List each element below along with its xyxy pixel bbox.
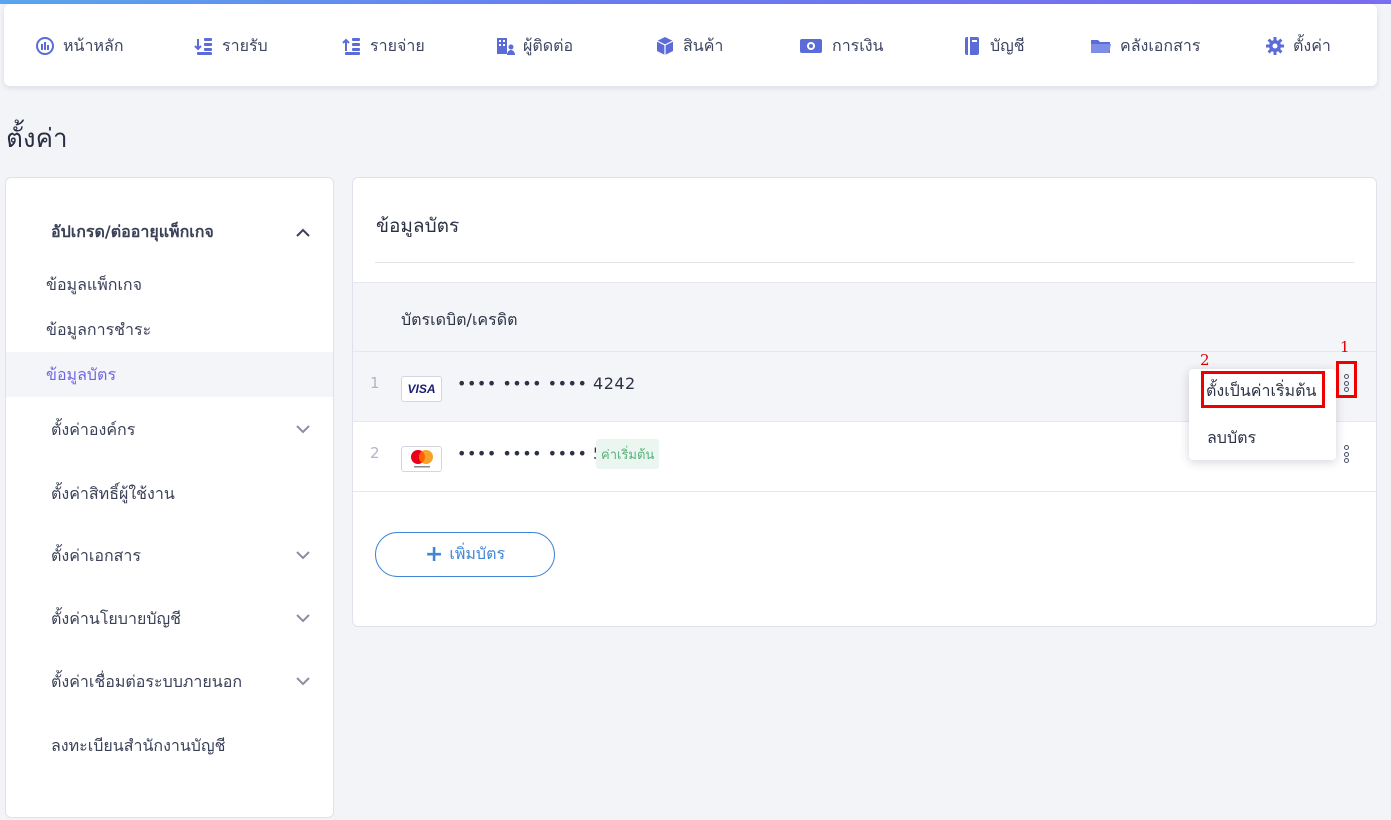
nav-item-finance[interactable]: การเงิน (798, 33, 883, 59)
nav-label: ผู้ติดต่อ (523, 35, 574, 55)
plus-icon: + (424, 541, 444, 567)
row-index: 1 (370, 374, 380, 392)
annotation-box-2 (1201, 371, 1325, 408)
sidebar-group-documents[interactable]: ตั้งค่าเอกสาร (51, 544, 141, 569)
nav-item-accounting[interactable]: บัญชี (962, 33, 1025, 59)
annotation-label-1: 1 (1340, 338, 1350, 356)
chevron-down-icon[interactable] (294, 420, 312, 438)
chevron-down-icon[interactable] (294, 546, 312, 564)
sidebar-item-card-info[interactable]: ข้อมูลบัตร (46, 363, 116, 388)
sidebar-group-organization[interactable]: ตั้งค่าองค์กร (51, 418, 135, 443)
more-options-icon[interactable] (1341, 443, 1351, 465)
visa-logo-icon: VISA (401, 376, 442, 402)
gear-icon (1266, 37, 1284, 55)
visa-wordmark: VISA (407, 382, 436, 396)
row-index: 2 (370, 444, 380, 462)
page-title: ตั้งค่า (6, 124, 68, 154)
add-card-button[interactable]: + เพิ่มบัตร (375, 532, 555, 577)
nav-label: สินค้า (683, 35, 724, 55)
dashboard-icon (36, 37, 54, 55)
sidebar-group-accounting-policy[interactable]: ตั้งค่านโยบายบัญชี (51, 607, 181, 632)
chevron-down-icon[interactable] (294, 672, 312, 690)
default-badge: ค่าเริ่มต้น (596, 439, 660, 469)
nav-item-home[interactable]: หน้าหลัก (35, 33, 124, 59)
nav-item-expense[interactable]: รายจ่าย (342, 33, 425, 59)
chevron-down-icon[interactable] (294, 609, 312, 627)
mastercard-circles-icon (410, 450, 433, 468)
divider (375, 262, 1354, 263)
nav-item-settings[interactable]: ตั้งค่า (1265, 33, 1331, 59)
sidebar-group-package[interactable]: อัปเกรด/ต่ออายุแพ็กเกจ (51, 220, 214, 245)
nav-item-income[interactable]: รายรับ (194, 33, 268, 59)
card-number: •••• •••• •••• 4242 (457, 374, 636, 393)
nav-label: การเงิน (832, 35, 884, 55)
sidebar-group-permissions[interactable]: ตั้งค่าสิทธิ์ผู้ใช้งาน (51, 482, 175, 507)
folder-icon (1091, 40, 1111, 53)
money-icon (800, 39, 822, 53)
chevron-up-icon[interactable] (294, 224, 312, 242)
contacts-icon (497, 38, 515, 55)
add-card-label: เพิ่มบัตร (449, 544, 506, 563)
nav-label: ตั้งค่า (1293, 35, 1331, 55)
nav-item-documents[interactable]: คลังเอกสาร (1090, 33, 1200, 59)
sidebar-item-package-info[interactable]: ข้อมูลแพ็กเกจ (46, 273, 142, 298)
settings-sidebar: อัปเกรด/ต่ออายุแพ็กเกจ ข้อมูลแพ็กเกจ ข้อ… (5, 177, 334, 818)
sidebar-item-payment-info[interactable]: ข้อมูลการชำระ (46, 318, 151, 343)
column-header-cards: บัตรเดบิต/เครดิต (401, 310, 518, 329)
nav-label: หน้าหลัก (63, 35, 124, 55)
expense-icon (342, 38, 360, 55)
nav-item-product[interactable]: สินค้า (655, 33, 723, 59)
annotation-box-1 (1336, 361, 1357, 398)
nav-label: คลังเอกสาร (1120, 35, 1201, 55)
panel-title: ข้อมูลบัตร (376, 215, 460, 237)
sidebar-group-register-firm[interactable]: ลงทะเบียนสำนักงานบัญชี (51, 734, 225, 759)
table-header: บัตรเดบิต/เครดิต (353, 282, 1376, 352)
income-icon (194, 38, 212, 55)
annotation-label-2: 2 (1200, 351, 1210, 369)
nav-label: รายจ่าย (370, 35, 425, 55)
product-box-icon (656, 37, 674, 55)
top-navigation: หน้าหลัก รายรับ รายจ่าย ผู้ติดต่อ สินค้า… (4, 4, 1377, 86)
nav-item-contacts[interactable]: ผู้ติดต่อ (495, 33, 573, 59)
mastercard-logo-icon (401, 446, 442, 472)
nav-label: บัญชี (990, 35, 1025, 55)
delete-card-option[interactable]: ลบบัตร (1207, 426, 1256, 451)
sidebar-group-integrations[interactable]: ตั้งค่าเชื่อมต่อระบบภายนอก (51, 670, 242, 695)
nav-label: รายรับ (222, 35, 268, 55)
ledger-icon (965, 37, 979, 55)
